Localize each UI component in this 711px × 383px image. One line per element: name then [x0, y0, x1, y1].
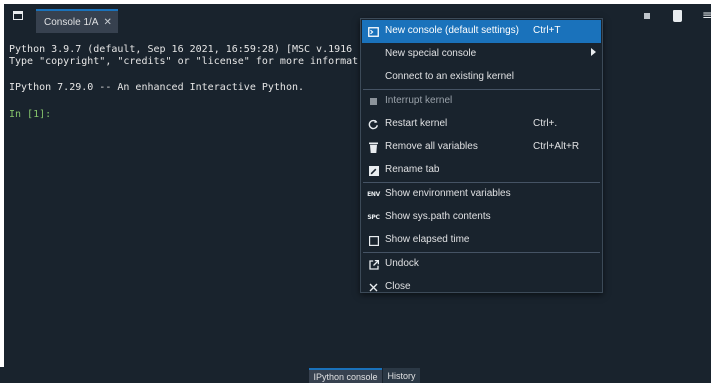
options-menu-icon[interactable]: ≡ [702, 9, 711, 21]
tab-label: Console 1/A [44, 16, 99, 28]
bottom-tab-bar: IPython console History [0, 367, 711, 383]
window-icon[interactable] [13, 11, 23, 20]
new-console-icon [368, 26, 379, 37]
tab-label: History [387, 370, 416, 381]
rename-icon [368, 165, 379, 176]
env-icon: ENV [367, 190, 380, 198]
tab-console-1a[interactable]: Console 1/A ✕ [36, 9, 118, 33]
menu-item-label: Rename tab [385, 164, 440, 175]
tab-ipython-console[interactable]: IPython console [309, 368, 382, 383]
interrupt-kernel-icon[interactable] [644, 13, 650, 19]
menu-item-label: Show environment variables [385, 188, 511, 199]
undock-icon [368, 259, 379, 270]
restart-icon [368, 119, 379, 130]
console-line: IPython 7.29.0 -- An enhanced Interactiv… [9, 82, 305, 93]
menu-item-label: Connect to an existing kernel [385, 71, 514, 82]
pane-header: Console 1/A ✕ ≡ [4, 4, 711, 33]
syspath-icon: SPC [367, 213, 380, 221]
console-output[interactable]: Python 3.9.7 (default, Sep 16 2021, 16:5… [4, 33, 711, 367]
menu-item-label: Restart kernel [385, 118, 448, 129]
console-line: Python 3.9.7 (default, Sep 16 2021, 16:5… [9, 44, 353, 55]
menu-item-label: Undock [385, 258, 419, 269]
menu-item-show-env-variables[interactable]: ENV Show environment variables [362, 183, 601, 206]
options-context-menu: New console (default settings) Ctrl+T Ne… [360, 18, 603, 293]
menu-item-label: Interrupt kernel [385, 95, 453, 106]
menu-item-remove-variables[interactable]: Remove all variables Ctrl+Alt+R [362, 136, 601, 159]
menu-item-shortcut: Ctrl+Alt+R [533, 141, 580, 152]
menu-item-label: Show sys.path contents [385, 211, 491, 222]
menu-item-close[interactable]: Close [362, 276, 601, 299]
menu-item-new-console[interactable]: New console (default settings) Ctrl+T [362, 20, 601, 43]
ipython-console-pane: Console 1/A ✕ ≡ Python 3.9.7 (default, S… [4, 4, 711, 367]
trash-icon [368, 142, 379, 153]
menu-item-connect-kernel[interactable]: Connect to an existing kernel [362, 66, 601, 89]
menu-item-label: Show elapsed time [385, 234, 470, 245]
checkbox-icon[interactable] [368, 235, 379, 246]
menu-item-label: Remove all variables [385, 141, 478, 152]
remove-variables-icon[interactable] [673, 10, 682, 22]
menu-item-shortcut: Ctrl+T [533, 25, 561, 36]
close-icon [368, 282, 379, 293]
menu-item-interrupt-kernel[interactable]: Interrupt kernel [362, 90, 601, 113]
menu-item-label: Close [385, 281, 411, 292]
menu-item-label: New console (default settings) [385, 25, 519, 36]
menu-item-new-special-console[interactable]: New special console [362, 43, 601, 66]
menu-item-show-sys-path[interactable]: SPC Show sys.path contents [362, 206, 601, 229]
tab-history[interactable]: History [383, 368, 420, 383]
menu-item-restart-kernel[interactable]: Restart kernel Ctrl+. [362, 113, 601, 136]
input-prompt: In [1]: [9, 109, 52, 120]
menu-item-undock[interactable]: Undock [362, 253, 601, 276]
tab-label: IPython console [313, 371, 378, 382]
menu-item-label: New special console [385, 48, 477, 59]
menu-item-shortcut: Ctrl+. [533, 118, 558, 129]
tab-close-icon[interactable]: ✕ [103, 17, 111, 28]
menu-item-rename-tab[interactable]: Rename tab [362, 159, 601, 182]
console-line: Type "copyright", "credits" or "license"… [9, 56, 359, 67]
stop-square-icon [368, 96, 379, 107]
submenu-arrow-icon [591, 48, 596, 56]
menu-item-show-elapsed-time[interactable]: Show elapsed time [362, 229, 601, 252]
